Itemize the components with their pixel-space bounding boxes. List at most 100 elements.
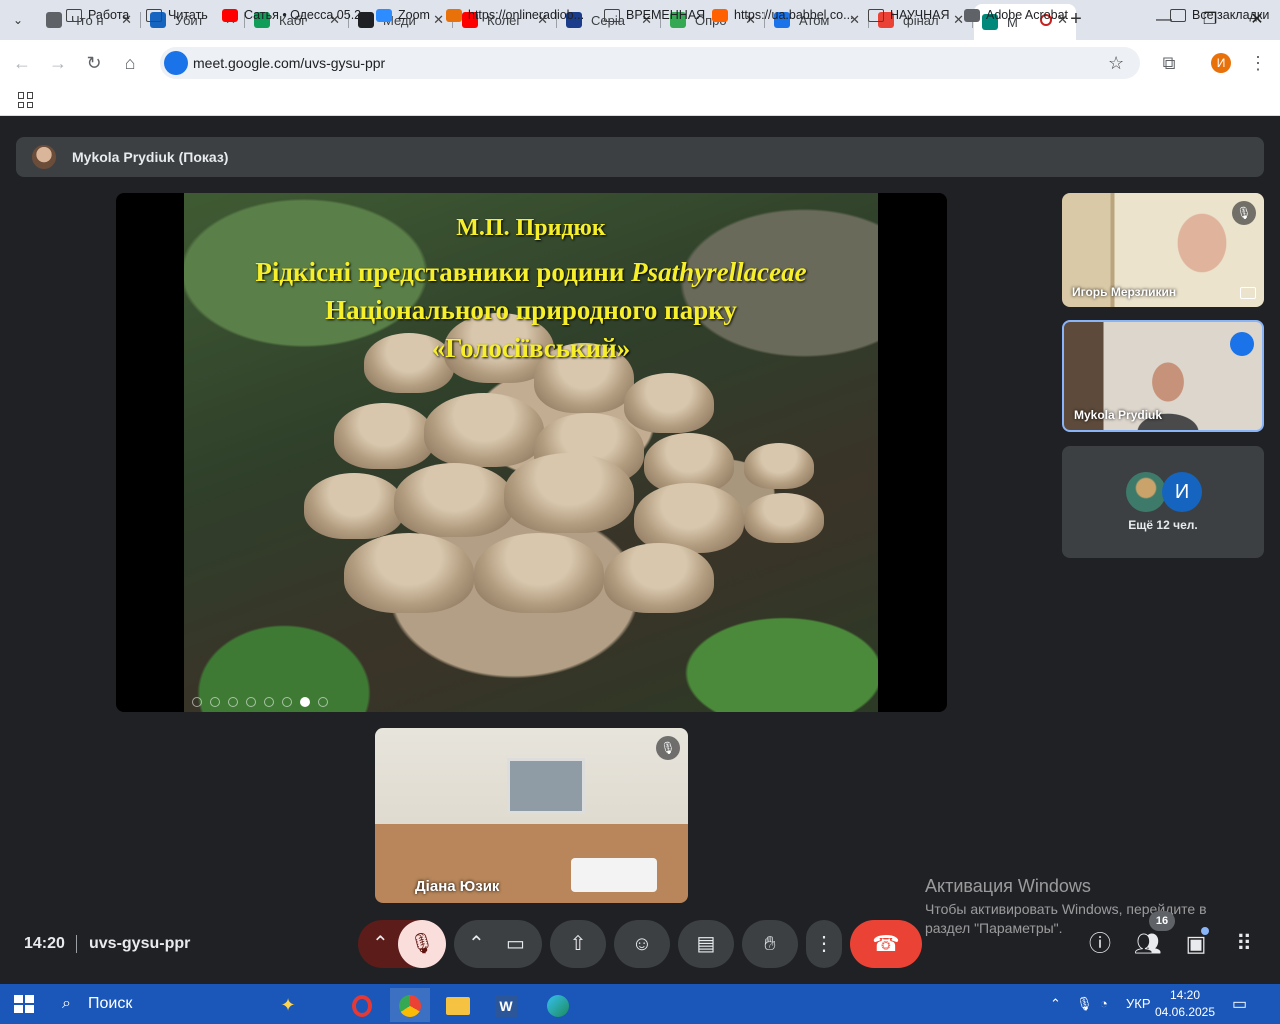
presenter-avatar bbox=[32, 145, 56, 169]
address-bar[interactable]: meet.google.com/uvs-gysu-ppr bbox=[160, 47, 1140, 79]
microphone-toggle-button[interactable]: 🎙︎ bbox=[398, 920, 446, 968]
bookmark-item[interactable]: Adobe Acrobat bbox=[964, 6, 1068, 24]
present-icon: ⇧ bbox=[569, 933, 587, 955]
word-icon[interactable]: W bbox=[486, 988, 526, 1022]
bookmark-item[interactable]: Читать bbox=[146, 6, 208, 24]
acrobat-icon bbox=[964, 8, 980, 22]
video-camera-icon: ▭ bbox=[506, 933, 525, 955]
tray-chevron-up-icon[interactable]: ⌃ bbox=[1050, 996, 1061, 1012]
tab-search-chevron-down-icon[interactable]: ⌄ bbox=[6, 8, 30, 32]
bookmark-item[interactable]: https://onlineradiob... bbox=[446, 6, 584, 24]
slide-grid-icon[interactable] bbox=[246, 697, 256, 707]
folder-icon bbox=[604, 8, 620, 22]
bookmark-item[interactable]: Все закладки bbox=[1170, 6, 1269, 24]
fit-slide-icon[interactable] bbox=[300, 697, 310, 707]
bookmark-item[interactable]: Работа bbox=[66, 6, 129, 24]
copilot-sparkle-icon[interactable]: ✦ bbox=[268, 988, 308, 1022]
babbel-icon bbox=[712, 8, 728, 22]
bookmark-item[interactable]: Сатья • Одесса 05.2... bbox=[222, 6, 372, 24]
bookmark-item[interactable]: НАУЧНАЯ bbox=[868, 6, 949, 24]
bookmark-item[interactable]: https://ua.babbel.co... bbox=[712, 6, 854, 24]
pen-icon[interactable] bbox=[228, 697, 238, 707]
camera-button[interactable]: ⌃ ▭ bbox=[454, 920, 542, 968]
presentation-stage[interactable]: М.П. Придюк Рідкісні представники родини… bbox=[116, 193, 947, 712]
presentation-header: Mykola Prydiuk (Показ) bbox=[16, 137, 1264, 177]
mushroom-cap bbox=[504, 453, 634, 533]
meet-site-icon[interactable] bbox=[164, 51, 188, 75]
previous-slide-icon[interactable] bbox=[192, 697, 202, 707]
people-icon[interactable]: 👥︎ bbox=[1132, 928, 1164, 960]
next-slide-icon[interactable] bbox=[210, 697, 220, 707]
more-participants-label: Ещё 12 чел. bbox=[1128, 518, 1198, 532]
folder-icon bbox=[66, 8, 82, 22]
taskbar-clock[interactable]: 14:20 04.06.2025 bbox=[1154, 987, 1216, 1021]
mic-off-icon: 🎙︎ bbox=[656, 736, 680, 760]
activities-grid-icon[interactable]: ⠿ bbox=[1228, 928, 1260, 960]
slide-title-line2: Національного природного парку bbox=[325, 295, 737, 325]
chevron-up-icon: ⌃ bbox=[468, 933, 485, 955]
chrome-taskbar-icon[interactable] bbox=[390, 988, 430, 1022]
leave-call-button[interactable]: ☎ bbox=[850, 920, 922, 968]
mushroom-cap bbox=[744, 443, 814, 489]
hand-icon: ✋︎ bbox=[764, 933, 776, 955]
captions-icon: ▤ bbox=[696, 933, 716, 955]
participant-tile[interactable]: 🎙︎ Діана Юзик bbox=[375, 728, 688, 903]
phone-hangup-icon: ☎ bbox=[872, 931, 900, 956]
chrome-icon bbox=[46, 12, 62, 28]
pointer-icon[interactable] bbox=[282, 697, 292, 707]
profile-avatar[interactable]: И bbox=[1211, 53, 1231, 73]
participant-tile-active-speaker[interactable]: Mykola Prydiuk bbox=[1062, 320, 1264, 432]
bookmark-label: Сатья • Одесса 05.2... bbox=[244, 8, 372, 22]
mic-off-icon: 🎙︎ bbox=[1232, 201, 1256, 225]
captions-button[interactable]: ▤ bbox=[678, 920, 734, 968]
edge-icon[interactable] bbox=[538, 988, 578, 1022]
bookmark-label: https://ua.babbel.co... bbox=[734, 8, 854, 22]
back-arrow-icon[interactable]: ← bbox=[10, 51, 34, 75]
file-explorer-icon[interactable] bbox=[438, 988, 478, 1022]
zoom-slide-icon[interactable] bbox=[264, 697, 274, 707]
windows-taskbar: ⌕ Поиск ✦ W ⌃ 🎙︎ ◔ УКР ▭ bbox=[0, 984, 1280, 1024]
taskbar-search[interactable]: ⌕ Поиск bbox=[48, 984, 268, 1024]
bookmark-label: https://onlineradiob... bbox=[468, 8, 585, 22]
home-icon[interactable]: ⌂ bbox=[118, 51, 142, 75]
present-screen-button[interactable]: ⇧ bbox=[550, 920, 606, 968]
participant-tile[interactable]: 🎙︎ Игорь Мерзликин bbox=[1062, 193, 1264, 307]
bookmark-item[interactable]: ВРЕМЕННАЯ bbox=[604, 6, 705, 24]
bookmark-star-icon[interactable]: ☆ bbox=[1108, 53, 1124, 74]
close-tab-icon[interactable]: ✕ bbox=[433, 12, 444, 28]
forward-arrow-icon[interactable]: → bbox=[46, 51, 70, 75]
mushroom-cap bbox=[394, 463, 514, 537]
opera-icon[interactable] bbox=[342, 988, 382, 1022]
bookmark-label: Читать bbox=[168, 8, 208, 22]
close-tab-icon[interactable]: ✕ bbox=[953, 12, 964, 28]
microphone-tray-icon[interactable]: 🎙︎ bbox=[1076, 996, 1093, 1012]
reload-icon[interactable]: ↻ bbox=[82, 51, 106, 75]
more-slide-options-icon[interactable] bbox=[318, 697, 328, 707]
folder-icon bbox=[146, 8, 162, 22]
meeting-info-icon[interactable]: ⓘ bbox=[1084, 928, 1116, 960]
browser-menu-icon[interactable]: ⋮ bbox=[1246, 51, 1270, 75]
language-indicator[interactable]: УКР bbox=[1126, 996, 1151, 1011]
more-vertical-icon: ⋮ bbox=[814, 933, 834, 955]
zoom-icon bbox=[376, 8, 392, 22]
notifications-icon[interactable]: ▭ bbox=[1232, 994, 1247, 1014]
network-icon[interactable]: ◔ bbox=[1100, 996, 1108, 1011]
reactions-button[interactable]: ☺ bbox=[614, 920, 670, 968]
apps-grid-icon[interactable] bbox=[18, 92, 34, 108]
tab-separator bbox=[140, 12, 141, 28]
bookmark-item[interactable]: Zoom bbox=[376, 6, 430, 24]
room-screen bbox=[507, 758, 585, 814]
more-options-button[interactable]: ⋮ bbox=[806, 920, 842, 968]
slide-controls bbox=[192, 697, 328, 711]
divider bbox=[76, 935, 77, 953]
pip-icon[interactable] bbox=[1240, 287, 1256, 299]
bookmark-label: Adobe Acrobat bbox=[986, 8, 1069, 22]
windows-start-icon[interactable] bbox=[14, 995, 34, 1013]
raise-hand-button[interactable]: ✋︎ bbox=[742, 920, 798, 968]
bookmark-label: Работа bbox=[88, 8, 130, 22]
url-text: meet.google.com/uvs-gysu-ppr bbox=[193, 55, 386, 71]
clock-date: 04.06.2025 bbox=[1154, 1005, 1216, 1019]
mushroom-cap bbox=[344, 533, 474, 613]
folder-icon bbox=[868, 8, 884, 22]
extensions-icon[interactable]: ⧉ bbox=[1157, 51, 1181, 75]
